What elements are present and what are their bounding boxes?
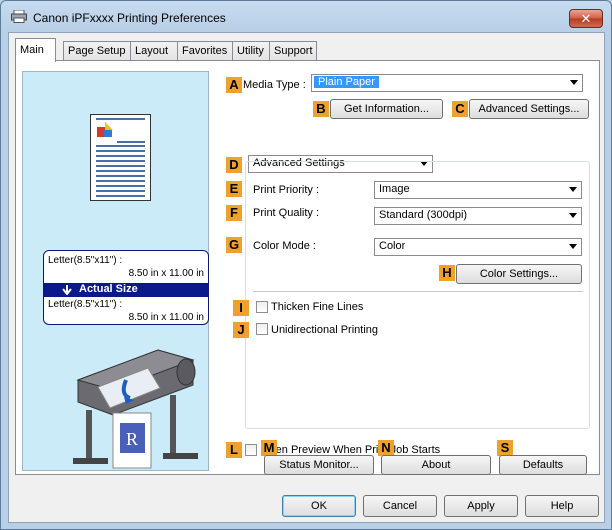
color-mode-value: Color (379, 240, 406, 252)
chevron-down-icon (569, 187, 577, 192)
paper-size-info: Letter(8.5"x11") : 8.50 in x 11.00 in Ac… (43, 250, 209, 325)
get-information-button[interactable]: Get Information... (330, 99, 443, 119)
output-size-label: Letter(8.5"x11") : (48, 299, 123, 310)
main-tab-panel: Letter(8.5"x11") : 8.50 in x 11.00 in Ac… (15, 60, 600, 475)
chevron-down-icon (569, 213, 577, 218)
color-mode-select[interactable]: Color (374, 238, 582, 256)
status-monitor-button[interactable]: Status Monitor... (264, 455, 374, 475)
badge-n: N (378, 440, 394, 456)
original-size-dims: 8.50 in x 11.00 in (128, 268, 204, 279)
tab-favorites[interactable]: Favorites (177, 41, 233, 61)
thicken-fine-lines-label: Thicken Fine Lines (271, 301, 364, 313)
defaults-button[interactable]: Defaults (499, 455, 587, 475)
window-title: Canon iPFxxxx Printing Preferences (33, 11, 226, 25)
media-type-select[interactable]: Plain Paper (311, 74, 583, 92)
print-priority-label: Print Priority : (253, 184, 320, 196)
print-quality-select[interactable]: Standard (300dpi) (374, 207, 582, 225)
tab-page-setup[interactable]: Page Setup (63, 41, 131, 61)
tab-support[interactable]: Support (269, 41, 317, 61)
badge-l: L (226, 442, 242, 458)
badge-m: M (261, 440, 277, 456)
close-button[interactable]: ✕ (569, 9, 603, 28)
help-button[interactable]: Help (525, 495, 599, 517)
badge-e: E (226, 181, 242, 197)
output-paper-letter: R (126, 429, 138, 449)
advanced-settings-group (245, 161, 590, 429)
badge-d: D (226, 157, 242, 173)
color-settings-button[interactable]: Color Settings... (456, 264, 582, 284)
ok-button[interactable]: OK (282, 495, 356, 517)
preview-pane: Letter(8.5"x11") : 8.50 in x 11.00 in Ac… (22, 71, 209, 471)
badge-f: F (226, 205, 242, 221)
printer-illustration: R (73, 349, 198, 469)
badge-c: C (452, 101, 468, 117)
print-quality-label: Print Quality : (253, 207, 320, 219)
advanced-settings-button[interactable]: Advanced Settings... (469, 99, 589, 119)
color-mode-label: Color Mode : (253, 240, 316, 252)
print-quality-value: Standard (300dpi) (379, 209, 468, 221)
tab-main[interactable]: Main (15, 38, 56, 62)
title-bar[interactable]: Canon iPFxxxx Printing Preferences ✕ (1, 1, 611, 31)
page-graphic-icon (97, 122, 113, 137)
thicken-fine-lines-checkbox[interactable] (256, 301, 268, 313)
open-preview-checkbox[interactable] (245, 444, 257, 456)
badge-s: S (497, 440, 513, 456)
scaling-bar: Actual Size (44, 283, 208, 297)
print-priority-select[interactable]: Image (374, 181, 582, 199)
cancel-button[interactable]: Cancel (363, 495, 437, 517)
output-size-dims: 8.50 in x 11.00 in (128, 312, 204, 323)
badge-i: I (233, 300, 249, 316)
badge-j: J (233, 322, 249, 338)
original-size-label: Letter(8.5"x11") : (48, 255, 123, 266)
separator (253, 291, 583, 292)
media-type-value: Plain Paper (314, 76, 379, 88)
chevron-down-icon (569, 244, 577, 249)
arrow-down-icon (62, 285, 72, 295)
badge-h: H (439, 265, 455, 281)
media-type-label: Media Type : (243, 79, 306, 91)
badge-g: G (226, 237, 242, 253)
print-priority-value: Image (379, 183, 410, 195)
printing-preferences-window: Canon iPFxxxx Printing Preferences ✕ Mai… (0, 0, 612, 530)
about-button[interactable]: About (381, 455, 491, 475)
unidirectional-printing-checkbox[interactable] (256, 323, 268, 335)
dialog-client-area: Main Page Setup Layout Favorites Utility… (8, 32, 605, 523)
apply-button[interactable]: Apply (444, 495, 518, 517)
unidirectional-printing-label: Unidirectional Printing (271, 324, 378, 336)
page-thumbnail (90, 114, 151, 201)
chevron-down-icon (570, 80, 578, 85)
scaling-mode: Actual Size (79, 283, 138, 295)
tab-utility[interactable]: Utility (232, 41, 270, 61)
tab-layout[interactable]: Layout (130, 41, 178, 61)
badge-b: B (313, 101, 329, 117)
printer-icon (11, 10, 27, 23)
badge-a: A (226, 77, 242, 93)
